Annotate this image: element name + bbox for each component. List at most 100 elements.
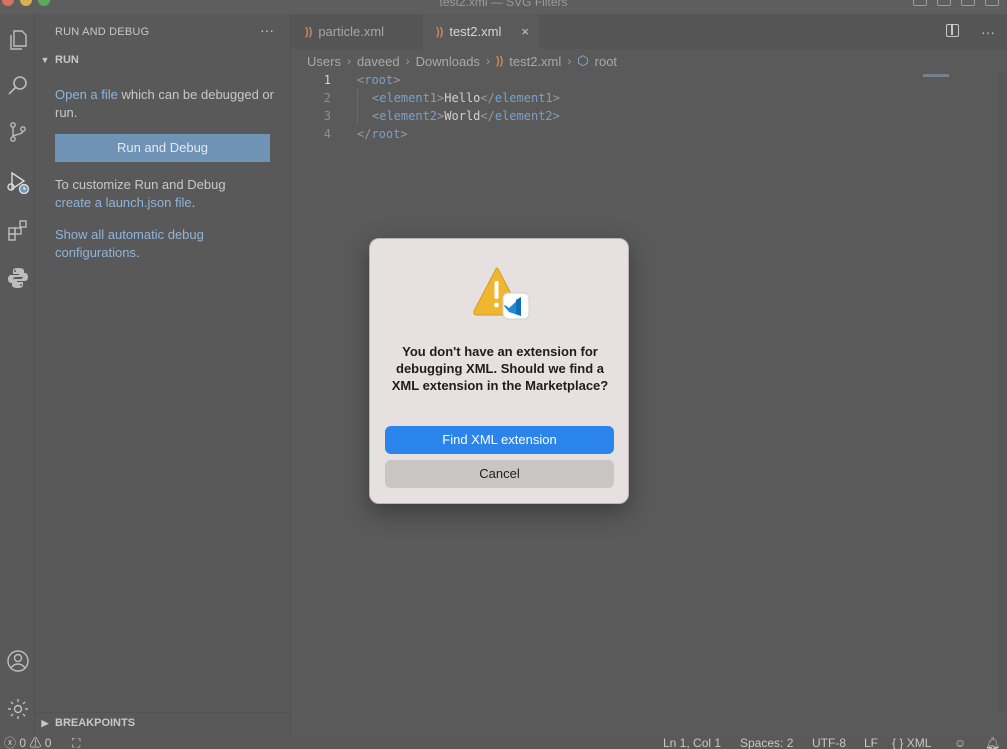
xml-tag: root: [371, 127, 401, 141]
chevron-right-icon: ›: [405, 54, 410, 68]
debug-extension-dialog: You don't have an extension for debuggin…: [369, 238, 629, 504]
create-launch-json-link[interactable]: create a launch.json file: [55, 195, 192, 210]
find-xml-extension-button[interactable]: Find XML extension: [385, 426, 614, 454]
chevron-right-icon: ›: [346, 54, 351, 68]
account-icon[interactable]: [0, 643, 35, 679]
minimap[interactable]: [923, 74, 949, 77]
language-mode[interactable]: { } XML: [892, 736, 931, 749]
customize-hint: To customize Run and Debug create a laun…: [55, 176, 277, 212]
run-debug-icon[interactable]: [0, 164, 35, 200]
search-icon[interactable]: [0, 68, 35, 104]
xml-bracket: </: [480, 91, 495, 105]
show-configs-end: .: [135, 245, 140, 260]
activity-bar: [0, 14, 35, 735]
tab-test2-xml[interactable]: )) test2.xml ×: [422, 14, 539, 49]
settings-gear-icon[interactable]: [0, 691, 35, 727]
xml-text: Hello: [444, 91, 481, 105]
debug-launch-icon[interactable]: ⛶: [72, 736, 80, 749]
explorer-icon[interactable]: [0, 22, 35, 58]
symbol-element-icon: ⬡: [577, 53, 589, 68]
open-file-hint: Open a file which can be debugged or run…: [55, 86, 277, 122]
cursor-position[interactable]: Ln 1, Col 1: [663, 736, 721, 749]
extensions-icon[interactable]: [0, 212, 35, 248]
encoding-status[interactable]: UTF-8: [812, 736, 846, 749]
xml-bracket: </: [480, 109, 495, 123]
split-editor-icon[interactable]: [946, 24, 959, 37]
run-debug-sidebar: RUN AND DEBUG ··· ▼ RUN Open a file whic…: [35, 14, 291, 735]
notifications-bell-icon[interactable]: 🔔︎: [985, 736, 1000, 749]
line-number: 1: [323, 73, 331, 87]
run-and-debug-button[interactable]: Run and Debug: [55, 134, 270, 162]
xml-tag: element1: [379, 91, 438, 105]
run-section-header[interactable]: ▼ RUN: [39, 54, 79, 66]
xml-file-icon: )): [436, 25, 444, 38]
window-title: test2.xml — SVG Filters: [439, 0, 568, 9]
section-divider: [35, 712, 291, 713]
cancel-button[interactable]: Cancel: [385, 460, 614, 488]
editor-scrollbar[interactable]: [998, 71, 1007, 711]
braces-icon: { }: [892, 736, 904, 749]
code-line: 4 </root>: [291, 125, 1007, 143]
breadcrumb-item[interactable]: Users: [307, 54, 341, 69]
xml-bracket: >: [552, 109, 560, 123]
xml-tag: element2: [494, 109, 553, 123]
tab-particle-xml[interactable]: )) particle.xml: [291, 14, 422, 49]
error-icon: ⓧ: [4, 736, 17, 749]
xml-file-icon: )): [305, 25, 313, 38]
line-number: 3: [323, 109, 331, 123]
warning-icon: ⚠: [29, 736, 42, 749]
toggle-sidebar-icon[interactable]: [913, 0, 927, 6]
toggle-panel-icon[interactable]: [937, 0, 951, 6]
xml-file-icon: )): [495, 55, 504, 67]
status-bar: ⓧ 0 ⚠ 0 ⛶ Ln 1, Col 1 Spaces: 2 UTF-8 LF…: [0, 735, 1007, 749]
breadcrumb-item[interactable]: Downloads: [416, 54, 480, 69]
xml-bracket: </: [357, 127, 372, 141]
editor-tabs: )) particle.xml )) test2.xml × ···: [291, 14, 1007, 49]
dialog-message: You don't have an extension for debuggin…: [391, 344, 609, 393]
indent-guide: [357, 89, 358, 125]
show-automatic-debug-configs-link[interactable]: Show all automatic debug configurations: [55, 227, 204, 260]
xml-bracket: >: [400, 127, 408, 141]
breakpoints-section-header[interactable]: ▶ BREAKPOINTS: [39, 717, 136, 729]
eol-status[interactable]: LF: [864, 736, 878, 749]
xml-tag: element1: [494, 91, 553, 105]
customize-layout-icon[interactable]: [985, 0, 999, 6]
more-actions-icon[interactable]: ···: [981, 24, 995, 40]
xml-tag: root: [364, 73, 394, 87]
xml-bracket: >: [393, 73, 401, 87]
chevron-right-icon: ▶: [41, 717, 49, 728]
sidebar-title: RUN AND DEBUG: [55, 26, 150, 38]
open-file-link[interactable]: Open a file: [55, 87, 118, 102]
toggle-secondary-sidebar-icon[interactable]: [961, 0, 975, 6]
xml-bracket: >: [552, 91, 560, 105]
breadcrumb-item[interactable]: root: [595, 54, 617, 69]
warning-vscode-icon: [473, 267, 530, 320]
customize-hint-end: .: [191, 195, 196, 210]
tab-label: particle.xml: [318, 24, 385, 39]
breadcrumb-item[interactable]: test2.xml: [509, 54, 561, 69]
language-label: XML: [906, 736, 932, 749]
breadcrumb: Users › daveed › Downloads › )) test2.xm…: [307, 53, 617, 69]
code-line: 2 <element1>Hello</element1>: [291, 89, 1007, 107]
line-number: 4: [323, 127, 331, 141]
chevron-right-icon: ›: [567, 54, 572, 68]
chevron-down-icon: ▼: [40, 55, 50, 65]
error-count: 0: [19, 736, 27, 749]
more-actions-icon[interactable]: ···: [260, 22, 274, 38]
warning-count: 0: [44, 736, 52, 749]
line-number: 2: [323, 91, 331, 105]
run-section-label: RUN: [55, 54, 79, 66]
feedback-icon[interactable]: ☺: [954, 736, 966, 749]
indentation-status[interactable]: Spaces: 2: [740, 736, 793, 749]
errors-indicator[interactable]: ⓧ 0 ⚠ 0: [4, 736, 51, 749]
source-control-icon[interactable]: [0, 114, 35, 150]
customize-hint-text: To customize Run and Debug: [55, 177, 226, 192]
breakpoints-section-label: BREAKPOINTS: [55, 717, 136, 729]
tab-label: test2.xml: [449, 24, 502, 39]
breadcrumb-item[interactable]: daveed: [357, 54, 400, 69]
title-bar: test2.xml — SVG Filters: [0, 0, 1007, 14]
close-tab-icon[interactable]: ×: [521, 24, 529, 39]
xml-text: World: [444, 109, 481, 123]
code-line: 1 <root>: [291, 71, 1007, 89]
python-icon[interactable]: [0, 260, 35, 296]
